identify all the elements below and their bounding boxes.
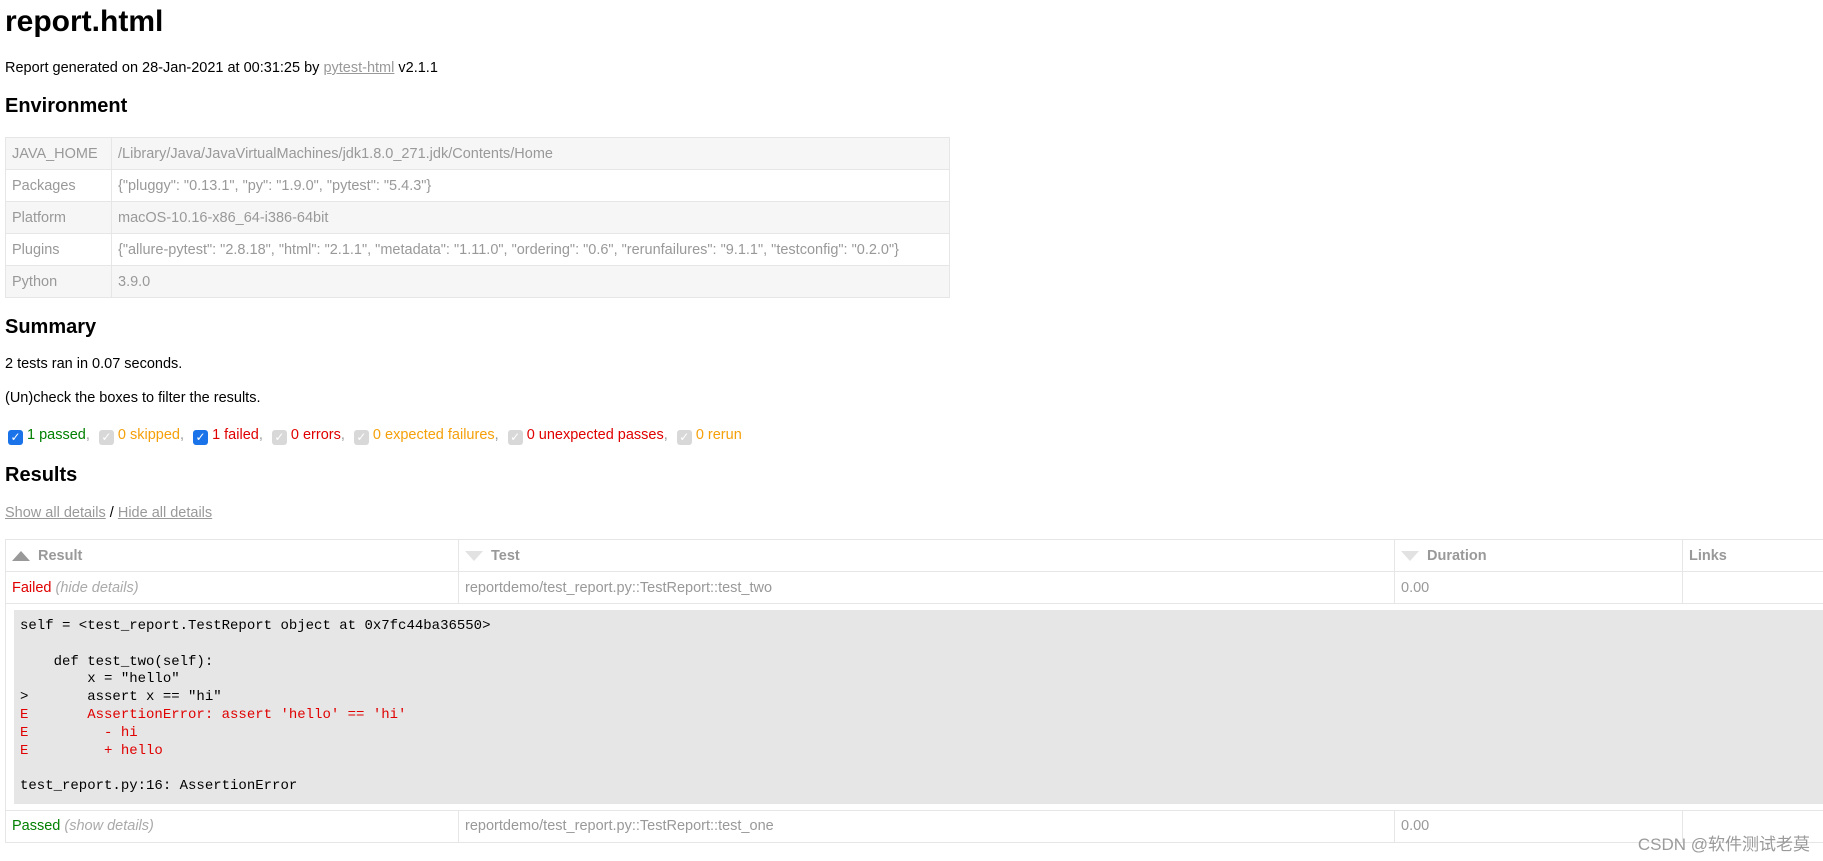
filter-skipped[interactable]: ✓ 0 skipped, [98,427,184,445]
duration-cell: 0.00 [1394,571,1683,604]
env-value: macOS-10.16-x86_64-i386-64bit [111,201,950,234]
filter-label: 0 expected failures [372,427,495,443]
env-value: 3.9.0 [111,265,950,298]
filter-unexpected-passes[interactable]: ✓ 0 unexpected passes, [507,427,668,445]
filter-label: 0 rerun [695,427,742,443]
show-details-toggle[interactable]: (show details) [64,818,153,834]
filter-label: 1 failed [212,427,259,443]
summary-heading: Summary [5,316,97,338]
log-cell: self = <test_report.TestReport object at… [5,603,1823,811]
results-table: Result Test Duration Links Failed (hide … [5,539,1823,843]
watermark: CSDN @软件测试老莫 [1637,835,1810,854]
filter-label: 0 errors [290,427,341,443]
column-result[interactable]: Result [5,539,459,572]
filter-errors[interactable]: ✓ 0 errors, [271,427,345,445]
env-row: JAVA_HOME/Library/Java/JavaVirtualMachin… [5,137,950,170]
hide-all-details-link[interactable]: Hide all details [118,505,212,521]
env-row: Packages {"pluggy": "0.13.1", "py": "1.9.… [5,169,950,202]
table-row[interactable]: Failed (hide details) reportdemo/test_re… [5,571,1823,604]
filter-rerun[interactable]: ✓ 0 rerun [676,427,742,445]
column-test[interactable]: Test [458,539,1395,572]
filter-failed[interactable]: ✓ 1 failed, [193,427,263,445]
environment-table: JAVA_HOME/Library/Java/JavaVirtualMachin… [5,137,950,298]
environment-heading: Environment [5,95,128,117]
env-value: /Library/Java/JavaVirtualMachines/jdk1.8… [111,137,950,170]
env-row: Plugins {"allure-pytest": "2.8.18", "html… [5,233,950,266]
sort-asc-icon [12,550,30,561]
env-row: Platform macOS-10.16-x86_64-i386-64bit [5,201,950,234]
details-toggle-links: Show all details / Hide all details [5,505,213,521]
checkbox-checked-icon[interactable]: ✓ [8,430,23,445]
filter-hint-text: (Un)check the boxes to filter the result… [5,390,261,406]
result-filters: ✓ 1 passed, ✓ 0 skipped, ✓ 1 failed, ✓ 0 err… [8,427,747,445]
env-key: Platform [5,201,112,234]
filter-passed[interactable]: ✓ 1 passed, [8,427,90,445]
generated-version: v2.1.1 [394,60,438,76]
test-name-cell: reportdemo/test_report.py::TestReport::t… [458,571,1395,604]
test-name-cell: reportdemo/test_report.py::TestReport::t… [458,809,1395,843]
filter-label: 1 passed [27,427,86,443]
results-heading: Results [5,464,78,486]
show-all-details-link[interactable]: Show all details [5,505,106,521]
status-failed: Failed [12,579,52,596]
checkbox-disabled-icon[interactable]: ✓ [271,430,287,445]
filter-label: 0 unexpected passes [526,427,664,443]
sort-desc-icon [465,550,483,561]
checkbox-checked-icon[interactable]: ✓ [193,430,209,445]
filter-expected-failures[interactable]: ✓ 0 expected failures, [353,427,499,445]
env-key: Python [5,265,112,298]
checkbox-disabled-icon[interactable]: ✓ [98,430,114,445]
checkbox-disabled-icon[interactable]: ✓ [676,430,692,445]
tests-ran-text: 2 tests ran in 0.07 seconds. [5,356,183,372]
pytest-html-link[interactable]: pytest-html [323,60,394,76]
env-row: Python 3.9.0 [5,265,950,298]
env-value: {"allure-pytest": "2.8.18", "html": "2.1… [111,233,950,266]
generated-prefix: Report generated on 28-Jan-2021 at 00:31… [5,60,324,76]
status-passed: Passed [12,818,61,835]
env-key: Packages [5,169,112,202]
results-header-row: Result Test Duration Links [5,539,1823,572]
hide-details-toggle[interactable]: (hide details) [56,580,139,596]
sort-desc-icon [1401,550,1419,561]
checkbox-disabled-icon[interactable]: ✓ [353,430,369,445]
links-cell [1682,571,1823,604]
page-title: report.html [5,5,164,38]
env-key: JAVA_HOME [5,137,112,170]
env-value: {"pluggy": "0.13.1", "py": "1.9.0", "pyt… [111,169,950,202]
column-links: Links [1682,539,1823,572]
generated-line: Report generated on 28-Jan-2021 at 00:31… [5,60,438,76]
filter-label: 0 skipped [117,427,180,443]
result-cell[interactable]: Passed (show details) [5,809,459,843]
table-row[interactable]: Passed (show details) reportdemo/test_re… [5,809,1823,843]
column-duration[interactable]: Duration [1394,539,1683,572]
result-cell[interactable]: Failed (hide details) [5,571,459,604]
checkbox-disabled-icon[interactable]: ✓ [507,430,523,445]
env-key: Plugins [5,233,112,266]
failure-log: self = <test_report.TestReport object at… [14,610,1823,804]
log-row: self = <test_report.TestReport object at… [5,603,1823,811]
